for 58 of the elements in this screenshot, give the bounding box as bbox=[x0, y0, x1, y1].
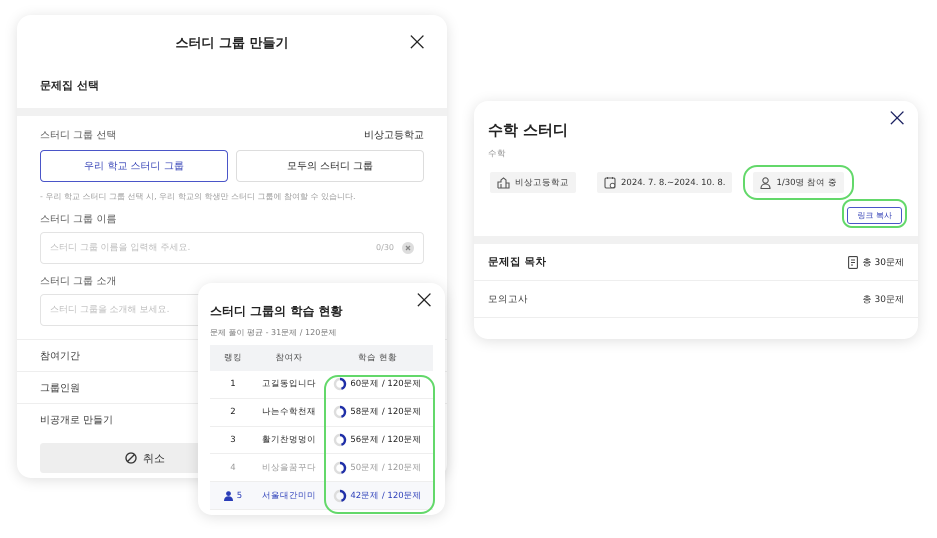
workbook-name: 모의고사 bbox=[488, 292, 528, 306]
participant-cell-text: 비상을꿈꾸다 bbox=[261, 462, 317, 474]
progress-ring bbox=[333, 405, 348, 420]
participant-cell-text: 활기찬멍멍이 bbox=[261, 434, 317, 446]
progress-text: 50문제 / 120문제 bbox=[350, 462, 422, 474]
school-name: 비상고등학교 bbox=[364, 129, 424, 142]
question-count: 총 30문제 bbox=[862, 294, 904, 306]
column-header: 학습 현황 bbox=[357, 352, 398, 364]
rank-cell: 2 bbox=[230, 407, 236, 418]
document-icon bbox=[848, 256, 858, 268]
prohibited-icon bbox=[125, 452, 137, 464]
close-button[interactable]: × bbox=[413, 287, 435, 313]
copy-link-button[interactable]: 링크 복사 bbox=[847, 207, 902, 224]
progress-ring bbox=[333, 460, 348, 475]
person-icon bbox=[224, 490, 233, 501]
setting-label: 비공개로 만들기 bbox=[40, 414, 114, 426]
info-chip: 1/30명 참여 중 bbox=[753, 172, 844, 193]
participant-cell-text: 고길동입니다 bbox=[261, 378, 317, 390]
progress-text: 56문제 / 120문제 bbox=[350, 434, 422, 446]
field-label: 스터디 그룹 선택 bbox=[40, 129, 116, 142]
person-icon bbox=[760, 176, 772, 188]
school-icon bbox=[497, 176, 510, 188]
progress-ring bbox=[333, 432, 348, 447]
clear-icon[interactable] bbox=[402, 242, 414, 254]
progress-text: 58문제 / 120문제 bbox=[350, 406, 422, 418]
average-text: 문제 풀이 평균 - 31문제 / 120문제 bbox=[210, 327, 338, 338]
section-title: 문제집 선택 bbox=[39, 78, 100, 94]
subject-text: 수학 bbox=[488, 148, 507, 160]
progress-text: 42문제 / 120문제 bbox=[350, 490, 422, 502]
field-label: 스터디 그룹 소개 bbox=[40, 275, 118, 288]
section-title: 문제집 목차 bbox=[488, 255, 547, 269]
group-type-button[interactable]: 모두의 스터디 그룹 bbox=[236, 150, 424, 182]
close-button[interactable]: × bbox=[886, 105, 908, 131]
popup-title: 스터디 그룹의 학습 현황 bbox=[210, 303, 344, 320]
participant-cell-text: 나는수학천재 bbox=[261, 406, 317, 418]
info-chip: 2024. 7. 8.~2024. 10. 8. bbox=[597, 172, 732, 193]
total-count: 총 30문제 bbox=[862, 256, 904, 268]
progress-ring bbox=[333, 377, 348, 392]
rank-cell: 5 bbox=[236, 490, 242, 501]
setting-label: 그룹인원 bbox=[40, 382, 80, 394]
setting-label: 참여기간 bbox=[40, 350, 80, 362]
close-button[interactable]: × bbox=[406, 29, 428, 55]
progress-ring bbox=[333, 488, 348, 503]
participant-cell-text: 서울대간미미 bbox=[261, 490, 317, 502]
rank-cell: 1 bbox=[230, 379, 236, 390]
column-header: 랭킹 bbox=[223, 352, 243, 364]
study-title: 수학 스터디 bbox=[488, 121, 570, 140]
progress-text: 60문제 / 120문제 bbox=[350, 378, 422, 390]
field-label: 스터디 그룹 이름 bbox=[40, 213, 118, 226]
char-counter: 0/30 bbox=[376, 243, 394, 252]
dialog-title: 스터디 그룹 만들기 bbox=[175, 34, 289, 52]
hint-text: - 우리 학교 스터디 그룹 선택 시, 우리 학교의 학생만 스터디 그룹에 참여할 수 있습니다. bbox=[40, 191, 357, 202]
column-header: 참여자 bbox=[274, 352, 304, 364]
calendar-icon bbox=[604, 176, 616, 189]
group-type-button[interactable]: 우리 학교 스터디 그룹 bbox=[40, 150, 228, 182]
rank-cell: 4 bbox=[230, 462, 236, 473]
info-chip: 비상고등학교 bbox=[490, 172, 576, 193]
rank-cell: 3 bbox=[230, 434, 236, 445]
